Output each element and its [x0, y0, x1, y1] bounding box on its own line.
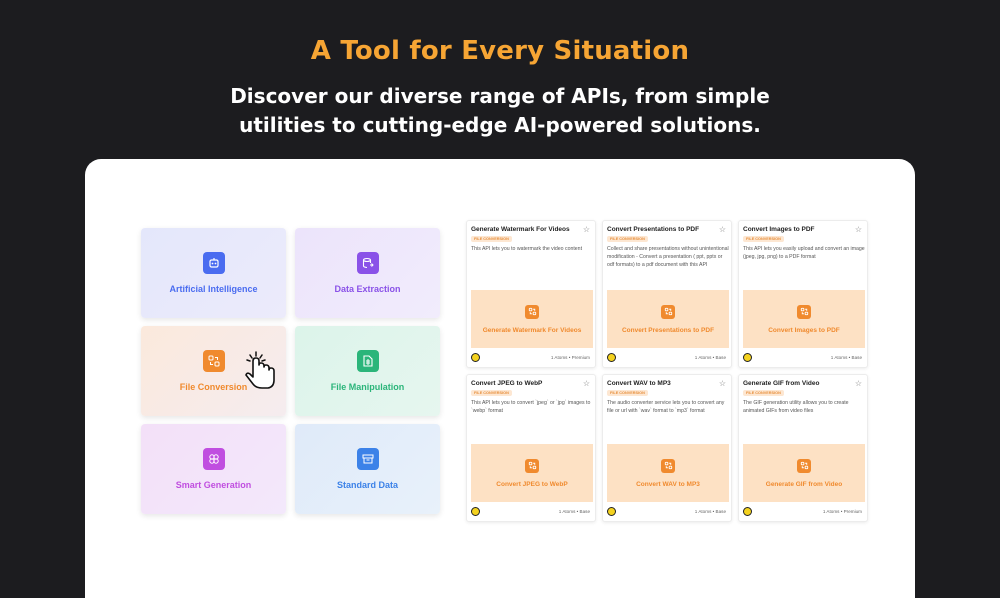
avatar-icon	[471, 353, 480, 362]
api-card-title: Convert Images to PDF	[743, 226, 815, 233]
api-card-description: The audio converter service lets you to …	[607, 400, 725, 414]
api-card-title: Convert WAV to MP3	[607, 380, 671, 387]
star-icon[interactable]: ☆	[719, 379, 726, 388]
api-card-description: The GIF generation utility allows you to…	[743, 400, 849, 414]
convert-icon	[797, 458, 811, 473]
api-card-meta: 1 Atoms • Premium	[550, 355, 590, 360]
archive-icon	[356, 448, 379, 470]
api-card-thumbnail: Convert WAV to MP3	[607, 444, 729, 502]
avatar-icon	[607, 353, 616, 362]
api-card[interactable]: Convert Images to PDF ☆ FILE CONVERSION …	[738, 220, 868, 368]
star-icon[interactable]: ☆	[855, 225, 862, 234]
section-title: A Tool for Every Situation	[310, 36, 690, 66]
api-card-description: This API lets you to watermark the video…	[471, 246, 583, 252]
api-card-thumbnail: Convert JPEG to WebP	[471, 444, 593, 502]
avatar-icon	[743, 353, 752, 362]
api-card-thumbnail: Generate GIF from Video	[743, 444, 865, 502]
api-card-meta: 1 Atoms • Base	[558, 509, 590, 514]
api-card-meta: 1 Atoms • Premium	[822, 509, 862, 514]
thumbnail-label: Convert JPEG to WebP	[496, 480, 568, 488]
category-label: Smart Generation	[175, 480, 252, 490]
thumbnail-label: Convert Images to PDF	[768, 326, 840, 334]
section-subtitle: Discover our diverse range of APIs, from…	[230, 84, 770, 137]
category-badge: FILE CONVERSION	[471, 236, 512, 242]
category-card-smart-generation[interactable]: Smart Generation	[141, 424, 286, 514]
file-edit-icon	[356, 350, 379, 372]
api-card-title: Generate Watermark For Videos	[471, 226, 570, 233]
category-card-data-extraction[interactable]: Data Extraction	[295, 228, 440, 318]
api-card-meta: 1 Atoms • Base	[830, 355, 862, 360]
hand-pointer-icon	[239, 347, 283, 391]
api-card-thumbnail: Generate Watermark For Videos	[471, 290, 593, 348]
category-card-artificial-intelligence[interactable]: Artificial Intelligence	[141, 228, 286, 318]
thumbnail-label: Generate Watermark For Videos	[482, 326, 582, 334]
database-icon	[356, 252, 379, 274]
avatar-icon	[743, 507, 752, 516]
api-card-meta: 1 Atoms • Base	[694, 509, 726, 514]
category-badge: FILE CONVERSION	[743, 390, 784, 396]
category-badge: FILE CONVERSION	[471, 390, 512, 396]
api-card-meta: 1 Atoms • Base	[694, 355, 726, 360]
api-card-description: This API lets you easily upload and conv…	[743, 246, 865, 260]
convert-icon	[202, 350, 225, 372]
thumbnail-label: Convert WAV to MP3	[636, 480, 700, 488]
category-card-file-manipulation[interactable]: File Manipulation	[295, 326, 440, 416]
category-card-standard-data[interactable]: Standard Data	[295, 424, 440, 514]
star-icon[interactable]: ☆	[583, 379, 590, 388]
brain-icon	[202, 448, 225, 470]
api-card-title: Generate GIF from Video	[743, 380, 820, 387]
convert-icon	[661, 458, 675, 473]
api-card-title: Convert JPEG to WebP	[471, 380, 543, 387]
category-badge: FILE CONVERSION	[607, 390, 648, 396]
api-card-description: Collect and share presentations without …	[607, 246, 729, 268]
api-card-thumbnail: Convert Presentations to PDF	[607, 290, 729, 348]
convert-icon	[525, 304, 539, 319]
category-label: Artificial Intelligence	[169, 284, 258, 294]
showcase-panel: Artificial Intelligence Data Extraction …	[85, 159, 915, 598]
api-card-title: Convert Presentations to PDF	[607, 226, 700, 233]
api-card[interactable]: Convert Presentations to PDF ☆ FILE CONV…	[602, 220, 732, 368]
robot-icon	[202, 252, 225, 274]
thumbnail-label: Generate GIF from Video	[765, 480, 843, 488]
avatar-icon	[607, 507, 616, 516]
api-card[interactable]: Generate GIF from Video ☆ FILE CONVERSIO…	[738, 374, 868, 522]
star-icon[interactable]: ☆	[855, 379, 862, 388]
api-card[interactable]: Convert WAV to MP3 ☆ FILE CONVERSION The…	[602, 374, 732, 522]
api-card[interactable]: Convert JPEG to WebP ☆ FILE CONVERSION T…	[466, 374, 596, 522]
api-card-thumbnail: Convert Images to PDF	[743, 290, 865, 348]
star-icon[interactable]: ☆	[583, 225, 590, 234]
convert-icon	[661, 304, 675, 319]
category-label: Data Extraction	[334, 284, 401, 294]
convert-icon	[525, 458, 539, 473]
thumbnail-label: Convert Presentations to PDF	[621, 326, 715, 334]
api-card[interactable]: Generate Watermark For Videos ☆ FILE CON…	[466, 220, 596, 368]
avatar-icon	[471, 507, 480, 516]
category-label: Standard Data	[336, 480, 398, 490]
category-badge: FILE CONVERSION	[607, 236, 648, 242]
category-label: File Conversion	[179, 382, 248, 392]
category-label: File Manipulation	[330, 382, 405, 392]
api-card-description: This API lets you to convert `jpeg` or `…	[471, 400, 591, 414]
category-badge: FILE CONVERSION	[743, 236, 784, 242]
convert-icon	[797, 304, 811, 319]
star-icon[interactable]: ☆	[719, 225, 726, 234]
